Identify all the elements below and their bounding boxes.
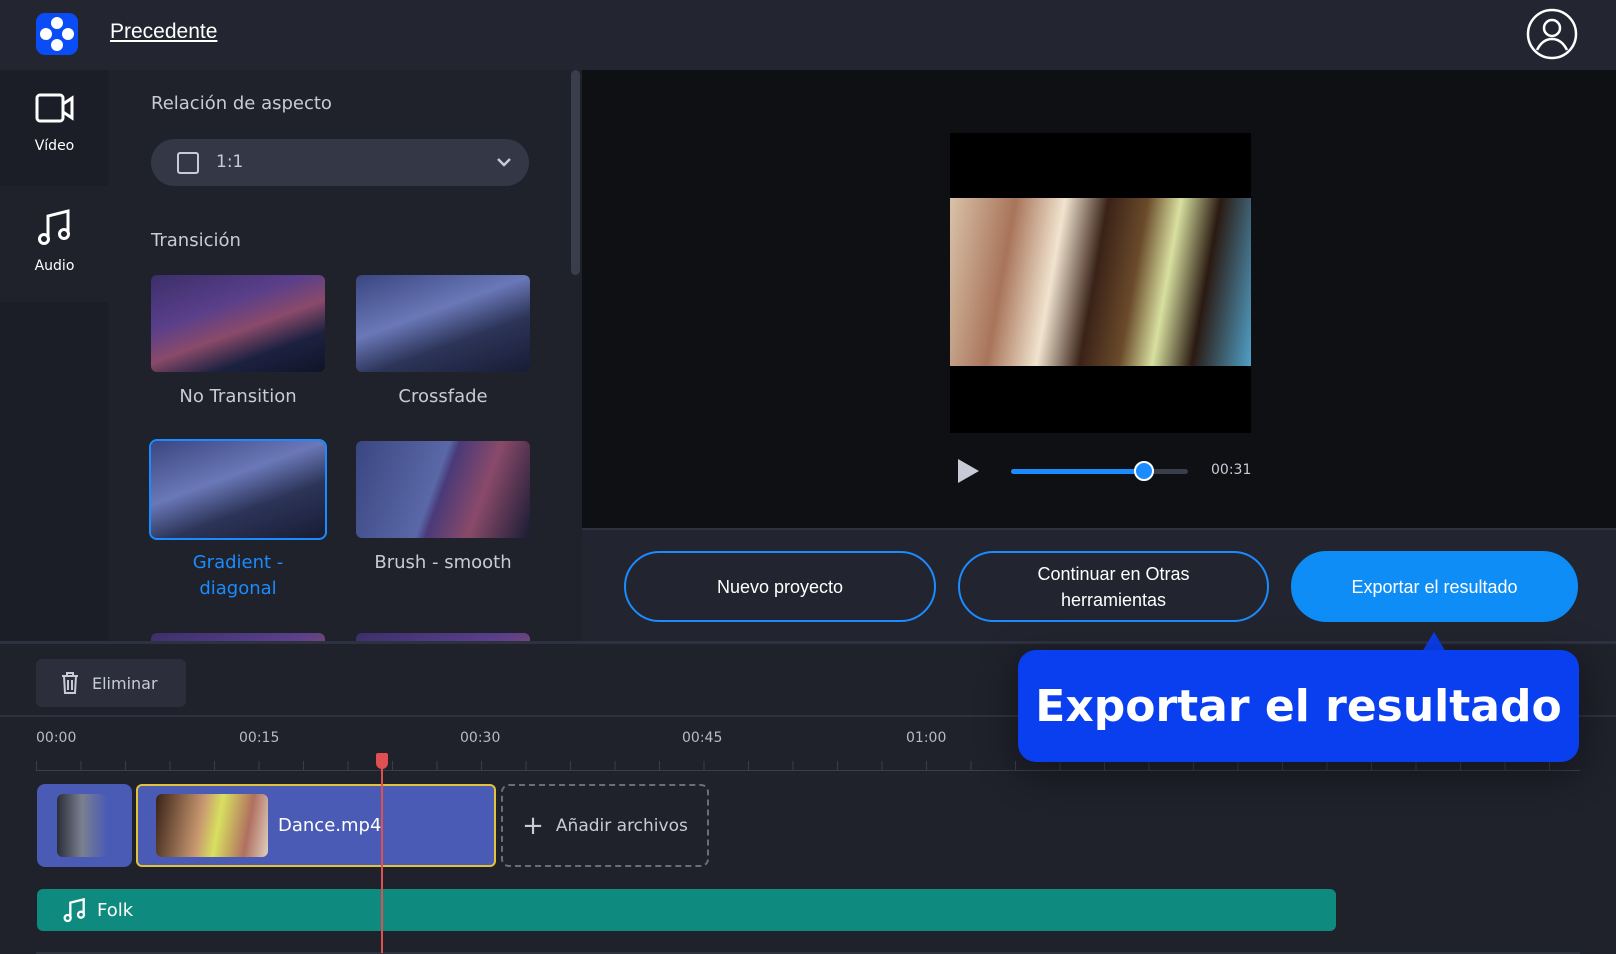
delete-button[interactable]: Eliminar xyxy=(36,659,186,707)
nav-item-video[interactable]: Vídeo xyxy=(0,70,109,186)
chevron-down-icon xyxy=(497,158,511,167)
music-note-icon xyxy=(37,209,70,245)
ruler-label: 00:15 xyxy=(239,730,280,746)
add-files-button[interactable]: + Añadir archivos xyxy=(501,784,709,867)
nav-label: Vídeo xyxy=(34,138,75,154)
transition-thumb[interactable] xyxy=(356,633,530,641)
ruler-label: 00:45 xyxy=(682,730,723,746)
aspect-ratio-value: 1:1 xyxy=(216,152,244,172)
settings-panel: Relación de aspecto 1:1 Transición No Tr… xyxy=(109,70,582,641)
user-account-icon[interactable] xyxy=(1526,8,1578,60)
trash-icon xyxy=(62,672,78,694)
app-logo-icon xyxy=(36,13,78,55)
transition-thumb-no-transition[interactable] xyxy=(151,275,325,372)
transition-label: Crossfade xyxy=(398,386,488,407)
continue-other-tools-button[interactable]: Continuar en Otras herramientas xyxy=(958,551,1269,622)
clip-previous[interactable] xyxy=(37,784,132,867)
ruler-label: 00:00 xyxy=(36,730,77,746)
clip-dance[interactable]: Dance.mp4 xyxy=(136,784,496,867)
ruler[interactable] xyxy=(36,761,1580,771)
seek-progress xyxy=(1011,469,1144,474)
top-bar: Precedente xyxy=(0,0,1616,70)
transition-label: No Transition xyxy=(179,386,297,407)
music-note-icon xyxy=(63,897,86,923)
plus-icon: + xyxy=(522,810,544,841)
new-project-button[interactable]: Nuevo proyecto xyxy=(624,551,936,622)
seek-slider[interactable] xyxy=(1011,461,1188,481)
aspect-ratio-heading: Relación de aspecto xyxy=(151,93,332,114)
transition-thumb[interactable] xyxy=(151,633,325,641)
delete-label: Eliminar xyxy=(92,673,158,693)
playhead[interactable] xyxy=(376,753,388,953)
transition-label: Brush - smooth xyxy=(374,552,512,573)
video-preview: 00:31 xyxy=(582,70,1616,528)
audio-track-folk[interactable]: Folk xyxy=(37,889,1336,931)
clip-thumbnail xyxy=(156,794,268,857)
video-frame[interactable] xyxy=(950,133,1251,433)
clip-thumbnail xyxy=(57,794,107,857)
panel-scrollbar[interactable] xyxy=(571,70,580,275)
transition-heading: Transición xyxy=(151,230,241,251)
audio-name: Folk xyxy=(97,899,134,921)
transition-label: Gradient - diagonal xyxy=(192,552,284,599)
tooltip-arrow xyxy=(1422,632,1446,652)
play-icon[interactable] xyxy=(955,457,981,485)
export-button[interactable]: Exportar el resultado xyxy=(1291,551,1578,622)
transition-thumb-crossfade[interactable] xyxy=(356,275,530,372)
clip-name: Dance.mp4 xyxy=(278,815,382,836)
time-display: 00:31 xyxy=(1211,462,1252,478)
export-tooltip: Exportar el resultado xyxy=(1018,650,1579,762)
nav-item-audio[interactable]: Audio xyxy=(0,186,109,302)
seek-thumb[interactable] xyxy=(1133,461,1154,481)
transition-thumb-brush-smooth[interactable] xyxy=(356,441,530,538)
transition-thumb-gradient-diagonal[interactable] xyxy=(149,439,327,540)
action-bar: Nuevo proyecto Continuar en Otras herram… xyxy=(582,528,1616,641)
add-files-label: Añadir archivos xyxy=(555,815,688,836)
aspect-ratio-select[interactable]: 1:1 xyxy=(151,139,529,186)
video-camera-icon xyxy=(35,93,73,123)
ruler-label: 01:00 xyxy=(906,730,947,746)
back-link[interactable]: Precedente xyxy=(110,20,217,44)
nav-label: Audio xyxy=(34,258,75,274)
video-still-image xyxy=(950,198,1251,366)
playhead-handle[interactable] xyxy=(376,753,388,769)
square-icon xyxy=(177,152,199,174)
ruler-label: 00:30 xyxy=(460,730,501,746)
side-nav: Vídeo Audio xyxy=(0,70,109,641)
